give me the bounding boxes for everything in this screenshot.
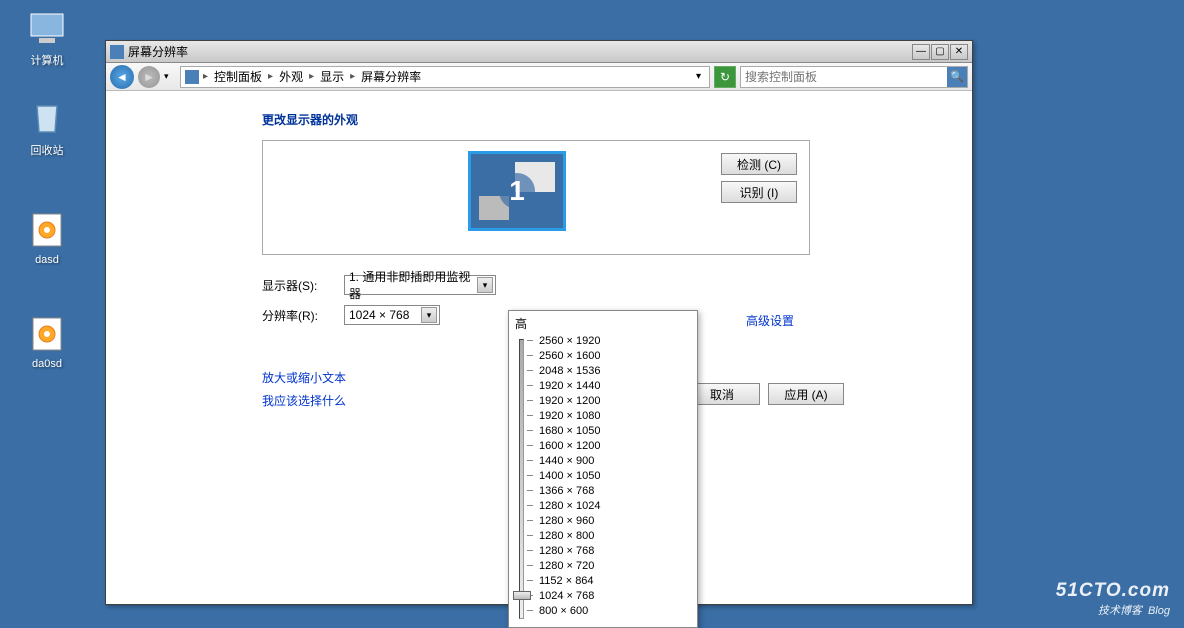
search-button[interactable]: 🔍	[947, 67, 967, 87]
resolution-option[interactable]: 1400 × 1050	[539, 470, 600, 482]
identify-button[interactable]: 识别 (I)	[721, 181, 797, 203]
watermark-line1: 51CTO.com	[1056, 580, 1170, 602]
breadcrumb-icon	[185, 70, 199, 84]
resolution-option[interactable]: 2560 × 1600	[539, 350, 600, 362]
desktop-icon-label: 计算机	[12, 52, 82, 68]
breadcrumb[interactable]: ▸ 控制面板 ▸ 外观 ▸ 显示 ▸ 屏幕分辨率 ▾	[180, 66, 710, 88]
resolution-option[interactable]: 1280 × 1024	[539, 500, 600, 512]
resolution-option[interactable]: 2560 × 1920	[539, 335, 600, 347]
chevron-down-icon: ▾	[421, 307, 437, 323]
chevron-down-icon: ▾	[477, 277, 493, 293]
desktop-icon-label: 回收站	[12, 142, 82, 158]
slider-tick	[527, 520, 533, 521]
computer-icon	[27, 8, 67, 48]
resolution-label: 分辨率(R):	[262, 307, 344, 324]
slider-tick	[527, 490, 533, 491]
window-icon	[110, 45, 124, 59]
desktop-icon-da0sd[interactable]: da0sd	[12, 314, 82, 370]
search-input[interactable]	[741, 70, 947, 84]
breadcrumb-dropdown[interactable]: ▾	[692, 71, 705, 82]
display-label: 显示器(S):	[262, 277, 344, 294]
apply-button[interactable]: 应用 (A)	[768, 383, 844, 405]
slider-tick	[527, 370, 533, 371]
resolution-option[interactable]: 1600 × 1200	[539, 440, 600, 452]
resolution-option[interactable]: 1280 × 720	[539, 560, 594, 572]
slider-track[interactable]	[519, 339, 524, 619]
watermark-line2: 技术博客	[1098, 605, 1142, 617]
slider-tick	[527, 580, 533, 581]
watermark-line3: Blog	[1148, 605, 1170, 617]
resolution-option[interactable]: 1920 × 1440	[539, 380, 600, 392]
slider-tick	[527, 415, 533, 416]
display-preview-box: 1 检测 (C) 识别 (I)	[262, 140, 810, 255]
resolution-option[interactable]: 1152 × 864	[539, 575, 594, 587]
breadcrumb-item[interactable]: 屏幕分辨率	[359, 68, 423, 85]
refresh-button[interactable]: ↻	[714, 66, 736, 88]
nav-forward-button[interactable]: ►	[138, 66, 160, 88]
slider-tick	[527, 355, 533, 356]
search-box[interactable]: 🔍	[740, 66, 968, 88]
detect-button[interactable]: 检测 (C)	[721, 153, 797, 175]
resolution-option[interactable]: 1920 × 1080	[539, 410, 600, 422]
nav-bar: ◄ ► ▾ ▸ 控制面板 ▸ 外观 ▸ 显示 ▸ 屏幕分辨率 ▾ ↻ 🔍	[106, 63, 972, 91]
breadcrumb-item[interactable]: 外观	[277, 68, 305, 85]
close-button[interactable]: ✕	[950, 44, 968, 60]
window-title: 屏幕分辨率	[128, 43, 912, 60]
slider-tick	[527, 385, 533, 386]
desktop-icon-dasd[interactable]: dasd	[12, 210, 82, 266]
slider-tick	[527, 430, 533, 431]
monitor-number: 1	[499, 173, 535, 209]
breadcrumb-arrow[interactable]: ▸	[266, 71, 275, 82]
slider-tick	[527, 460, 533, 461]
breadcrumb-arrow[interactable]: ▸	[201, 71, 210, 82]
resolution-option[interactable]: 800 × 600	[539, 605, 588, 617]
slider-high-label: 高	[515, 315, 527, 332]
resolution-option[interactable]: 2048 × 1536	[539, 365, 600, 377]
resolution-option[interactable]: 1920 × 1200	[539, 395, 600, 407]
resolution-option[interactable]: 1366 × 768	[539, 485, 594, 497]
display-select[interactable]: 1. 通用非即插即用监视器 ▾	[344, 275, 496, 295]
slider-thumb[interactable]	[513, 591, 531, 600]
resolution-option[interactable]: 1024 × 768	[539, 590, 594, 602]
breadcrumb-item[interactable]: 控制面板	[212, 68, 264, 85]
resolution-option[interactable]: 1280 × 800	[539, 530, 594, 542]
slider-tick	[527, 565, 533, 566]
slider-tick	[527, 340, 533, 341]
minimize-button[interactable]: —	[912, 44, 930, 60]
resolution-select-value: 1024 × 768	[349, 308, 417, 322]
desktop-icon-label: da0sd	[12, 358, 82, 370]
slider-tick	[527, 445, 533, 446]
nav-history-dropdown[interactable]: ▾	[164, 71, 176, 82]
breadcrumb-item[interactable]: 显示	[318, 68, 346, 85]
page-heading: 更改显示器的外观	[262, 111, 960, 128]
resolution-option[interactable]: 1680 × 1050	[539, 425, 600, 437]
breadcrumb-arrow[interactable]: ▸	[307, 71, 316, 82]
display-select-value: 1. 通用非即插即用监视器	[349, 268, 473, 302]
monitor-preview[interactable]: 1	[468, 151, 566, 231]
nav-back-button[interactable]: ◄	[110, 65, 134, 89]
resolution-option[interactable]: 1280 × 768	[539, 545, 594, 557]
slider-tick	[527, 475, 533, 476]
maximize-button[interactable]: ▢	[931, 44, 949, 60]
titlebar[interactable]: 屏幕分辨率 — ▢ ✕	[106, 41, 972, 63]
resolution-dropdown-popup[interactable]: 高 2560 × 1920 2560 × 1600 2048 × 1536 1920 …	[508, 310, 698, 628]
desktop-icon-computer[interactable]: 计算机	[12, 8, 82, 68]
gear-doc-icon	[27, 210, 67, 250]
advanced-settings-link[interactable]: 高级设置	[746, 312, 794, 329]
slider-tick	[527, 535, 533, 536]
resolution-option[interactable]: 1280 × 960	[539, 515, 594, 527]
slider-tick	[527, 550, 533, 551]
desktop-icon-label: dasd	[12, 254, 82, 266]
recycle-bin-icon	[27, 98, 67, 138]
slider-tick	[527, 610, 533, 611]
slider-tick	[527, 505, 533, 506]
breadcrumb-arrow[interactable]: ▸	[348, 71, 357, 82]
gear-doc-icon	[27, 314, 67, 354]
desktop-icon-recycle[interactable]: 回收站	[12, 98, 82, 158]
resolution-option[interactable]: 1440 × 900	[539, 455, 594, 467]
watermark: 51CTO.com 技术博客 Blog	[1056, 580, 1170, 618]
resolution-select[interactable]: 1024 × 768 ▾	[344, 305, 440, 325]
slider-tick	[527, 400, 533, 401]
